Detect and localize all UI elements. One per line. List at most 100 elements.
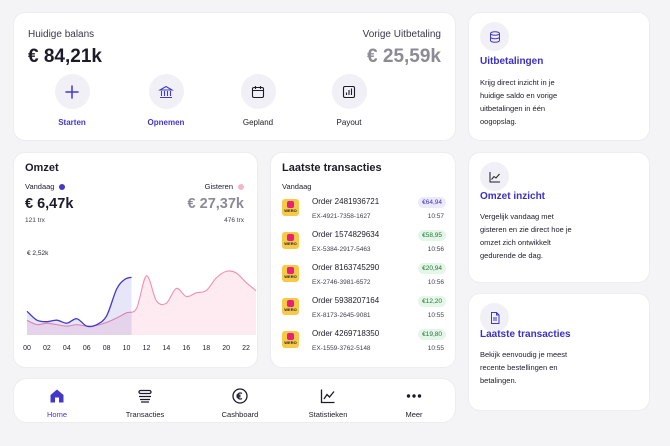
transaction-row[interactable]: WERO Order 2481936721 EX-4921-7358-1627 …	[271, 197, 457, 227]
transaction-row[interactable]: WERO Order 1574829634 EX-5384-2917-5463 …	[271, 230, 457, 260]
transaction-time: 10:55	[427, 312, 444, 319]
transactions-group-label: Vandaag	[282, 182, 312, 191]
feature-card-revenue-insight: Omzet inzicht Vergelijk vandaag met gist…	[468, 152, 650, 283]
current-balance-value: € 84,21k	[28, 46, 102, 67]
x-tick-label: 00	[23, 345, 31, 352]
withdraw-action-button[interactable]: Opnemen	[136, 74, 196, 127]
revenue-title: Omzet	[25, 162, 59, 174]
transaction-row[interactable]: WERO Order 8163745290 EX-2746-3981-6572 …	[271, 263, 457, 293]
transactions-title: Laatste transacties	[282, 162, 382, 174]
feature-card-latest-transactions: Laatste transacties Bekijk eenvoudig je …	[468, 293, 650, 411]
payout-action-label: Payout	[336, 118, 362, 127]
balance-card: Huidige balans € 84,21k Vorige Uitbetali…	[13, 12, 456, 141]
transaction-reference: EX-5384-2917-5463	[312, 246, 371, 253]
bar-chart-icon	[331, 74, 367, 109]
home-icon	[22, 385, 92, 407]
start-action-label: Starten	[58, 118, 86, 127]
feature-title: Uitbetalingen	[480, 56, 544, 67]
feature-title: Omzet inzicht	[480, 191, 546, 202]
series-area-0	[27, 277, 132, 335]
yesterday-revenue-value: € 27,37k	[187, 196, 244, 212]
wero-logo-icon: WERO	[282, 232, 299, 249]
previous-payout-label: Vorige Uitbetaling	[362, 29, 441, 40]
more-icon	[379, 385, 449, 407]
revenue-card: Omzet Vandaag Gisteren € 6,47k 121 trx €…	[13, 152, 258, 368]
today-revenue-value: € 6,47k	[25, 196, 74, 212]
x-tick-label: 16	[182, 345, 190, 352]
legend-today-label: Vandaag	[25, 182, 55, 191]
transaction-amount: €12,20	[418, 296, 446, 307]
transaction-reference: EX-1559-3762-5148	[312, 345, 371, 352]
previous-payout-value: € 25,59k	[367, 46, 441, 67]
transaction-row[interactable]: WERO Order 5938207164 EX-8173-2645-9081 …	[271, 296, 457, 326]
legend-today: Vandaag	[25, 182, 66, 191]
feature-text: Krijg direct inzicht in je huidige saldo…	[480, 78, 558, 126]
transaction-reference: EX-8173-2645-9081	[312, 312, 371, 319]
coins-icon	[480, 22, 509, 51]
x-tick-label: 06	[83, 345, 91, 352]
feature-card-payouts: Uitbetalingen Krijg direct inzicht in je…	[468, 12, 650, 141]
nav-item-statistics[interactable]: Statistieken	[293, 379, 363, 424]
transaction-amount: €64,94	[418, 197, 446, 208]
nav-item-more[interactable]: Meer	[379, 379, 449, 424]
legend-today-dot	[59, 183, 66, 190]
withdraw-action-label: Opnemen	[147, 118, 185, 127]
x-tick-label: 04	[63, 345, 71, 352]
wero-logo-icon: WERO	[282, 199, 299, 216]
transaction-title: Order 4269718350	[312, 329, 380, 338]
feature-title: Laatste transacties	[480, 329, 571, 340]
transactions-card: Laatste transacties Vandaag WERO Order 2…	[270, 152, 456, 368]
calendar-icon	[240, 74, 276, 109]
x-tick-label: 20	[222, 345, 230, 352]
x-tick-label: 22	[242, 345, 250, 352]
wero-logo-icon: WERO	[282, 298, 299, 315]
nav-label: Statistieken	[308, 410, 348, 419]
nav-item-home[interactable]: Home	[22, 379, 92, 424]
document-icon	[480, 303, 509, 332]
bottom-navigation: Home Transacties Cashboard Statistieken …	[13, 378, 456, 423]
x-tick-label: 02	[43, 345, 51, 352]
transaction-time: 10:57	[427, 213, 444, 220]
transaction-title: Order 8163745290	[312, 263, 380, 272]
feature-text: Vergelijk vandaag met gisteren en zie di…	[480, 212, 572, 260]
transaction-title: Order 1574829634	[312, 230, 380, 239]
start-action-button[interactable]: Starten	[42, 74, 102, 127]
transaction-time: 10:56	[427, 246, 444, 253]
revenue-chart: 00 02 04 06 08 10 12 14 16 18 20 22	[23, 270, 257, 352]
transaction-time: 10:55	[427, 345, 444, 352]
scheduled-action-label: Gepland	[242, 118, 274, 127]
euro-icon	[205, 385, 275, 407]
line-chart-icon	[480, 162, 509, 191]
x-tick-label: 08	[103, 345, 111, 352]
wero-logo-icon: WERO	[282, 265, 299, 282]
bank-icon	[148, 74, 184, 109]
legend-yesterday: Gisteren	[205, 182, 244, 191]
feature-text: Bekijk eenvoudig je meest recente bestel…	[480, 350, 568, 385]
plus-icon	[54, 74, 90, 109]
transaction-amount: €58,95	[418, 230, 446, 241]
transaction-amount: €20,94	[418, 263, 446, 274]
nav-label: Home	[46, 410, 67, 419]
scheduled-action-button[interactable]: Gepland	[228, 74, 288, 127]
payout-action-button[interactable]: Payout	[319, 74, 379, 127]
transaction-amount: €19,80	[418, 329, 446, 340]
legend-yesterday-label: Gisteren	[204, 182, 233, 191]
transaction-title: Order 5938207164	[312, 296, 380, 305]
transaction-title: Order 2481936721	[312, 197, 380, 206]
nav-label: Transacties	[125, 410, 165, 419]
nav-item-cashboard[interactable]: Cashboard	[205, 379, 275, 424]
x-tick-label: 14	[162, 345, 170, 352]
transaction-time: 10:56	[427, 279, 444, 286]
line-chart-icon	[293, 385, 363, 407]
current-balance-label: Huidige balans	[28, 29, 95, 40]
nav-item-transactions[interactable]: Transacties	[110, 379, 180, 424]
transaction-row[interactable]: WERO Order 4269718350 EX-1559-3762-5148 …	[271, 329, 457, 359]
today-transaction-count: 121 trx	[25, 217, 45, 224]
transaction-reference: EX-4921-7358-1627	[312, 213, 371, 220]
transaction-reference: EX-2746-3981-6572	[312, 279, 371, 286]
x-tick-label: 10	[123, 345, 131, 352]
nav-label: Meer	[405, 410, 423, 419]
stack-icon	[110, 385, 180, 407]
legend-yesterday-dot	[238, 183, 244, 190]
wero-logo-icon: WERO	[282, 331, 299, 348]
